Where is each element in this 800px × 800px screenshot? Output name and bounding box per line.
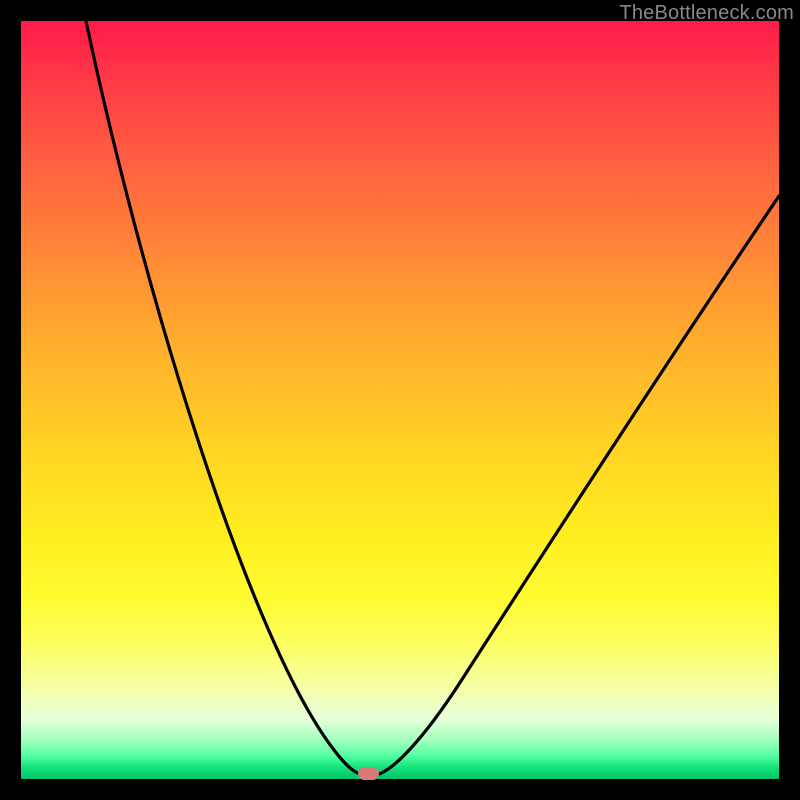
curve-right-branch — [379, 196, 779, 774]
curve-left-branch — [86, 21, 361, 774]
outer-frame: TheBottleneck.com — [0, 0, 800, 800]
watermark-text: TheBottleneck.com — [619, 2, 794, 25]
bottleneck-curve — [21, 21, 779, 779]
optimum-marker — [358, 767, 379, 780]
plot-area — [21, 21, 779, 779]
